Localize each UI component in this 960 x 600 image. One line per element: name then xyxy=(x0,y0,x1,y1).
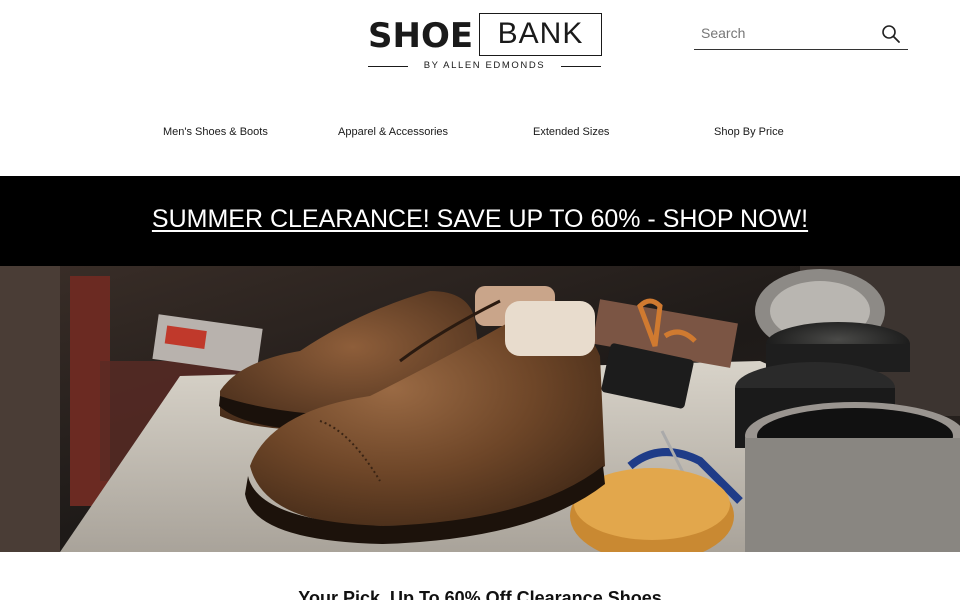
site-header: SHOE BANK BY ALLEN EDMONDS xyxy=(0,0,960,100)
search-icon[interactable] xyxy=(880,23,902,45)
shoebank-logo[interactable]: SHOE BANK BY ALLEN EDMONDS xyxy=(366,12,603,74)
logo-word-bank: BANK xyxy=(497,17,584,50)
search-input[interactable] xyxy=(694,18,874,48)
search-bar xyxy=(694,18,908,50)
nav-item-shop-by-price[interactable]: Shop By Price xyxy=(714,126,784,138)
logo-bank-box: BANK xyxy=(479,13,602,56)
hero-illustration xyxy=(0,266,960,552)
nav-item-mens-shoes-boots[interactable]: Men's Shoes & Boots xyxy=(163,126,268,138)
hero-image[interactable] xyxy=(0,266,960,552)
nav-item-apparel-accessories[interactable]: Apparel & Accessories xyxy=(338,126,448,138)
main-nav: Men's Shoes & Boots Apparel & Accessorie… xyxy=(0,118,960,152)
logo-tagline-row: BY ALLEN EDMONDS xyxy=(366,60,603,72)
section-heading: Your Pick, Up To 60% Off Clearance Shoes xyxy=(298,588,662,600)
nav-item-extended-sizes[interactable]: Extended Sizes xyxy=(533,126,609,138)
promo-link[interactable]: SUMMER CLEARANCE! SAVE UP TO 60% - SHOP … xyxy=(0,205,960,234)
logo-word-shoe: SHOE xyxy=(368,16,474,56)
promo-banner: SUMMER CLEARANCE! SAVE UP TO 60% - SHOP … xyxy=(0,176,960,266)
logo-rule-right xyxy=(561,66,601,67)
